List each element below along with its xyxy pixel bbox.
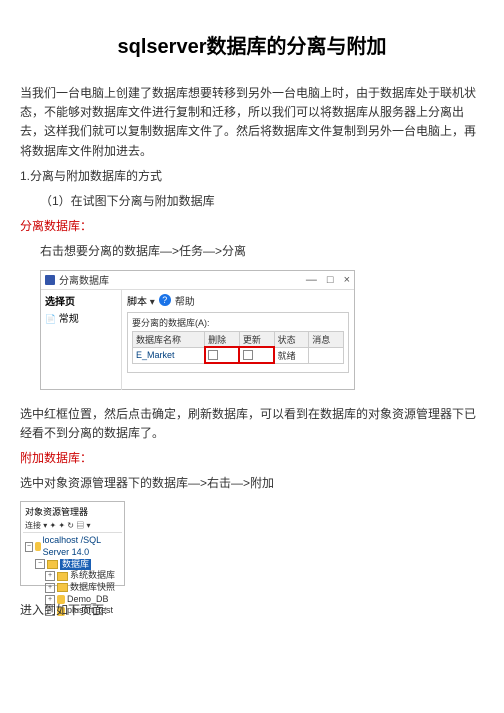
dialog-icon bbox=[45, 275, 55, 285]
help-label: 帮助 bbox=[175, 293, 195, 308]
sysdb-label: 系统数据库 bbox=[70, 570, 115, 582]
enter-page-text: 进入到如下页面: bbox=[20, 601, 484, 620]
attach-op: 选中对象资源管理器下的数据库—>右击—>附加 bbox=[20, 474, 484, 493]
object-explorer-window: 对象资源管理器 连接 ▾ ✦ ✦ ↻ ▤ ▾ − localhost /SQL … bbox=[20, 501, 125, 586]
cell-message bbox=[309, 347, 344, 363]
cell-dbname: E_Market bbox=[133, 347, 205, 363]
collapse-icon[interactable]: − bbox=[35, 559, 45, 569]
close-button[interactable]: × bbox=[344, 274, 350, 286]
figure-object-explorer: 对象资源管理器 连接 ▾ ✦ ✦ ↻ ▤ ▾ − localhost /SQL … bbox=[20, 501, 484, 586]
server-icon bbox=[35, 542, 41, 551]
page-title: sqlserver数据库的分离与附加 bbox=[20, 30, 484, 59]
databases-panel: 要分离的数据库(A): 数据库名称 删除 更新 状态 消息 E_Market bbox=[127, 312, 349, 373]
col-message: 消息 bbox=[309, 331, 344, 347]
figure-detach-dialog: 分离数据库 — □ × 选择页 常规 脚本 ▾ ? 帮助 要分离的数据库(A): bbox=[40, 270, 484, 390]
intro-paragraph: 当我们一台电脑上创建了数据库想要转移到另外一台电脑上时，由于数据库处于联机状态，… bbox=[20, 84, 484, 161]
tree-databases[interactable]: − 数据库 bbox=[35, 559, 120, 571]
expand-icon[interactable]: + bbox=[45, 571, 55, 581]
snap-label: 数据库快照 bbox=[70, 582, 115, 594]
col-drop: 删除 bbox=[205, 331, 240, 347]
folder-icon bbox=[47, 560, 58, 569]
collapse-icon[interactable]: − bbox=[25, 542, 33, 552]
minimize-button[interactable]: — bbox=[306, 274, 317, 286]
cell-drop[interactable] bbox=[205, 347, 240, 363]
cell-update[interactable] bbox=[239, 347, 274, 363]
dialog-title: 分离数据库 bbox=[59, 272, 109, 287]
sidebar-item-general[interactable]: 常规 bbox=[45, 310, 117, 325]
detach-op: 右击想要分离的数据库—>任务—>分离 bbox=[40, 242, 484, 261]
dialog-toolbar: 脚本 ▾ ? 帮助 bbox=[127, 293, 349, 308]
help-icon[interactable]: ? bbox=[159, 294, 171, 306]
tree-snap[interactable]: + 数据库快照 bbox=[45, 582, 120, 594]
folder-icon bbox=[57, 583, 68, 592]
expand-icon[interactable]: + bbox=[45, 583, 55, 593]
databases-label: 数据库 bbox=[60, 559, 91, 571]
step-sub: （1）在试图下分离与附加数据库 bbox=[40, 192, 484, 211]
databases-table: 数据库名称 删除 更新 状态 消息 E_Market 就绪 bbox=[132, 331, 344, 364]
cell-status: 就绪 bbox=[274, 347, 309, 363]
col-status: 状态 bbox=[274, 331, 309, 347]
table-row[interactable]: E_Market 就绪 bbox=[133, 347, 344, 363]
script-dropdown[interactable]: 脚本 ▾ bbox=[127, 293, 155, 308]
col-update: 更新 bbox=[239, 331, 274, 347]
table-header-row: 数据库名称 删除 更新 状态 消息 bbox=[133, 331, 344, 347]
oe-toolbar[interactable]: 连接 ▾ ✦ ✦ ↻ ▤ ▾ bbox=[23, 519, 122, 533]
attach-label: 附加数据库： bbox=[20, 449, 484, 468]
folder-icon bbox=[57, 572, 68, 581]
step-heading: 1.分离与附加数据库的方式 bbox=[20, 167, 484, 186]
oe-title: 对象资源管理器 bbox=[23, 504, 122, 519]
dialog-sidebar: 选择页 常规 bbox=[41, 290, 122, 390]
tree-root[interactable]: − localhost /SQL Server 14.0 bbox=[25, 535, 120, 558]
drop-checkbox[interactable] bbox=[208, 350, 218, 360]
update-checkbox[interactable] bbox=[243, 350, 253, 360]
sidebar-header: 选择页 bbox=[45, 293, 117, 308]
dialog-window: 分离数据库 — □ × 选择页 常规 脚本 ▾ ? 帮助 要分离的数据库(A): bbox=[40, 270, 355, 390]
panel-label: 要分离的数据库(A): bbox=[132, 316, 344, 329]
dialog-titlebar: 分离数据库 — □ × bbox=[41, 271, 354, 290]
root-label: localhost /SQL Server 14.0 bbox=[43, 535, 120, 558]
maximize-button[interactable]: □ bbox=[327, 274, 334, 286]
col-dbname: 数据库名称 bbox=[133, 331, 205, 347]
after-detach-text: 选中红框位置，然后点击确定，刷新数据库，可以看到在数据库的对象资源管理器下已经看… bbox=[20, 405, 484, 443]
detach-label: 分离数据库： bbox=[20, 217, 484, 236]
tree-sysdb[interactable]: + 系统数据库 bbox=[45, 570, 120, 582]
